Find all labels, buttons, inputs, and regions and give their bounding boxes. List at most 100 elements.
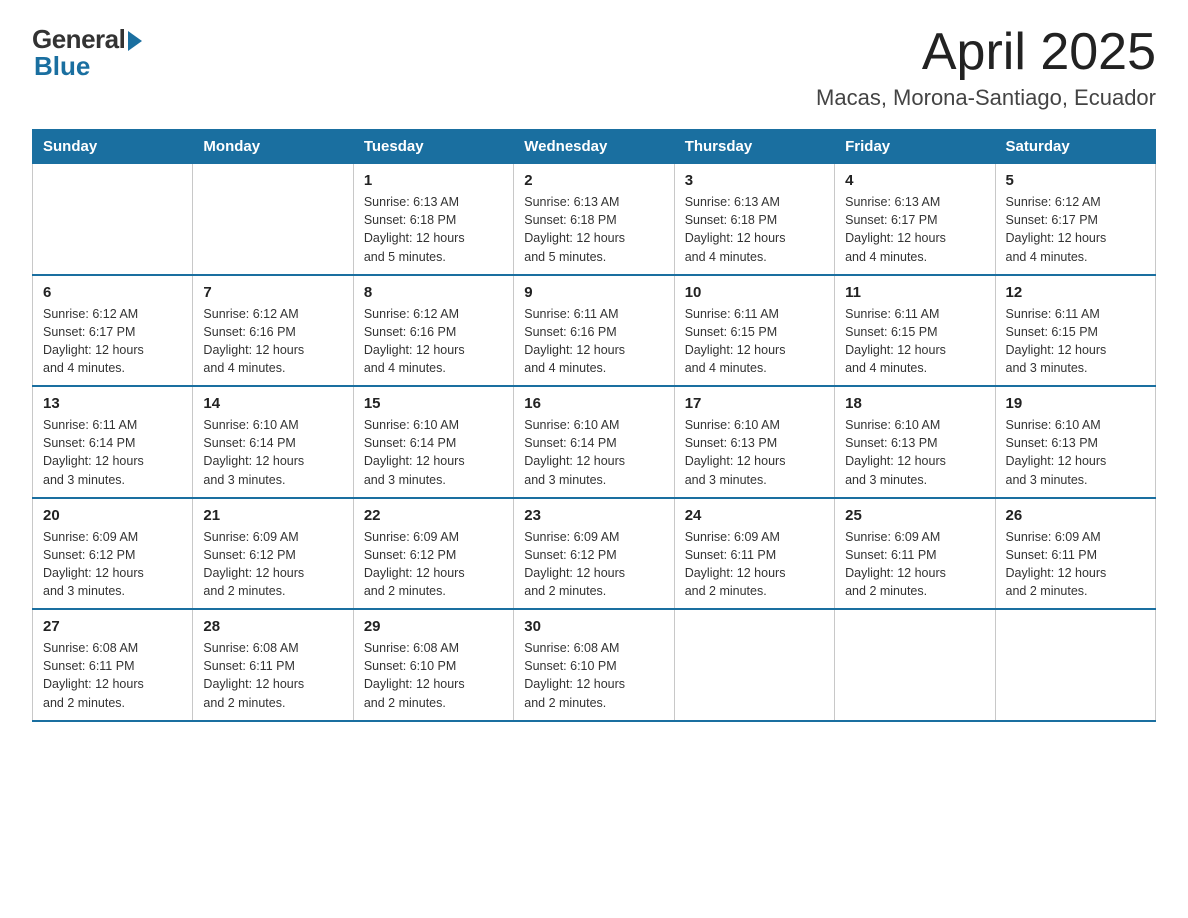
calendar-day-cell: 22 Sunrise: 6:09 AMSunset: 6:12 PMDayligh…: [353, 498, 513, 610]
day-number: 23: [524, 507, 663, 524]
day-info: Sunrise: 6:10 AMSunset: 6:14 PMDaylight:…: [203, 416, 342, 489]
day-info: Sunrise: 6:08 AMSunset: 6:11 PMDaylight:…: [203, 639, 342, 712]
day-number: 11: [845, 284, 984, 301]
calendar-day-cell: [33, 164, 193, 275]
calendar-day-header: Sunday: [33, 130, 193, 164]
calendar-day-cell: 8 Sunrise: 6:12 AMSunset: 6:16 PMDaylight…: [353, 275, 513, 387]
day-info: Sunrise: 6:09 AMSunset: 6:11 PMDaylight:…: [685, 528, 824, 601]
day-number: 19: [1006, 395, 1145, 412]
day-number: 14: [203, 395, 342, 412]
calendar-day-cell: 3 Sunrise: 6:13 AMSunset: 6:18 PMDaylight…: [674, 164, 834, 275]
calendar-day-header: Tuesday: [353, 130, 513, 164]
calendar-day-cell: 25Sunrise: 6:09 AMSunset: 6:11 PMDayligh…: [835, 498, 995, 610]
day-number: 9: [524, 284, 663, 301]
day-info: Sunrise: 6:10 AMSunset: 6:14 PMDaylight:…: [524, 416, 663, 489]
calendar-day-cell: 4Sunrise: 6:13 AMSunset: 6:17 PMDaylight…: [835, 164, 995, 275]
day-info: Sunrise: 6:10 AMSunset: 6:13 PMDaylight:…: [685, 416, 824, 489]
day-info: Sunrise: 6:09 AMSunset: 6:11 PMDaylight:…: [1006, 528, 1145, 601]
day-info: Sunrise: 6:08 AMSunset: 6:10 PMDaylight:…: [524, 639, 663, 712]
day-number: 22: [364, 507, 503, 524]
day-number: 1: [364, 172, 503, 189]
day-number: 29: [364, 618, 503, 635]
day-info: Sunrise: 6:11 AMSunset: 6:15 PMDaylight:…: [1006, 305, 1145, 378]
day-number: 7: [203, 284, 342, 301]
day-info: Sunrise: 6:11 AMSunset: 6:15 PMDaylight:…: [845, 305, 984, 378]
calendar-day-cell: 21 Sunrise: 6:09 AMSunset: 6:12 PMDayligh…: [193, 498, 353, 610]
day-info: Sunrise: 6:09 AMSunset: 6:12 PMDaylight:…: [43, 528, 182, 601]
calendar-day-cell: 17 Sunrise: 6:10 AMSunset: 6:13 PMDayligh…: [674, 386, 834, 498]
day-number: 2: [524, 172, 663, 189]
day-info: Sunrise: 6:10 AMSunset: 6:14 PMDaylight:…: [364, 416, 503, 489]
calendar-week-row: 6 Sunrise: 6:12 AMSunset: 6:17 PMDaylight…: [33, 275, 1156, 387]
day-number: 12: [1006, 284, 1145, 301]
day-info: Sunrise: 6:11 AMSunset: 6:14 PMDaylight:…: [43, 416, 182, 489]
calendar-table: SundayMondayTuesdayWednesdayThursdayFrid…: [32, 129, 1156, 722]
day-info: Sunrise: 6:12 AMSunset: 6:16 PMDaylight:…: [364, 305, 503, 378]
calendar-day-cell: 14 Sunrise: 6:10 AMSunset: 6:14 PMDayligh…: [193, 386, 353, 498]
calendar-day-cell: [995, 609, 1155, 721]
calendar-header-row: SundayMondayTuesdayWednesdayThursdayFrid…: [33, 130, 1156, 164]
logo-blue-text: Blue: [32, 51, 90, 82]
day-number: 16: [524, 395, 663, 412]
day-number: 13: [43, 395, 182, 412]
logo: General Blue: [32, 24, 142, 82]
day-info: Sunrise: 6:12 AMSunset: 6:17 PMDaylight:…: [1006, 193, 1145, 266]
calendar-day-cell: 9 Sunrise: 6:11 AMSunset: 6:16 PMDaylight…: [514, 275, 674, 387]
day-info: Sunrise: 6:13 AMSunset: 6:18 PMDaylight:…: [364, 193, 503, 266]
calendar-day-header: Monday: [193, 130, 353, 164]
calendar-day-cell: 19 Sunrise: 6:10 AMSunset: 6:13 PMDayligh…: [995, 386, 1155, 498]
calendar-day-cell: 27 Sunrise: 6:08 AMSunset: 6:11 PMDayligh…: [33, 609, 193, 721]
calendar-day-cell: 20 Sunrise: 6:09 AMSunset: 6:12 PMDayligh…: [33, 498, 193, 610]
calendar-week-row: 20 Sunrise: 6:09 AMSunset: 6:12 PMDayligh…: [33, 498, 1156, 610]
day-info: Sunrise: 6:10 AMSunset: 6:13 PMDaylight:…: [845, 416, 984, 489]
calendar-week-row: 27 Sunrise: 6:08 AMSunset: 6:11 PMDayligh…: [33, 609, 1156, 721]
day-number: 15: [364, 395, 503, 412]
day-info: Sunrise: 6:09 AMSunset: 6:12 PMDaylight:…: [364, 528, 503, 601]
day-number: 3: [685, 172, 824, 189]
day-number: 8: [364, 284, 503, 301]
calendar-day-cell: 15 Sunrise: 6:10 AMSunset: 6:14 PMDayligh…: [353, 386, 513, 498]
calendar-day-header: Saturday: [995, 130, 1155, 164]
day-number: 26: [1006, 507, 1145, 524]
calendar-day-header: Friday: [835, 130, 995, 164]
day-number: 28: [203, 618, 342, 635]
day-info: Sunrise: 6:09 AMSunset: 6:11 PMDaylight:…: [845, 528, 984, 601]
day-number: 30: [524, 618, 663, 635]
page-title: April 2025: [816, 24, 1156, 81]
day-number: 24: [685, 507, 824, 524]
day-info: Sunrise: 6:09 AMSunset: 6:12 PMDaylight:…: [203, 528, 342, 601]
calendar-day-header: Wednesday: [514, 130, 674, 164]
day-info: Sunrise: 6:13 AMSunset: 6:17 PMDaylight:…: [845, 193, 984, 266]
calendar-day-cell: [193, 164, 353, 275]
calendar-day-cell: 2 Sunrise: 6:13 AMSunset: 6:18 PMDaylight…: [514, 164, 674, 275]
calendar-day-cell: 16 Sunrise: 6:10 AMSunset: 6:14 PMDayligh…: [514, 386, 674, 498]
day-number: 5: [1006, 172, 1145, 189]
calendar-day-cell: 18 Sunrise: 6:10 AMSunset: 6:13 PMDayligh…: [835, 386, 995, 498]
day-number: 10: [685, 284, 824, 301]
calendar-day-cell: [674, 609, 834, 721]
calendar-week-row: 13 Sunrise: 6:11 AMSunset: 6:14 PMDayligh…: [33, 386, 1156, 498]
day-number: 18: [845, 395, 984, 412]
day-number: 17: [685, 395, 824, 412]
day-number: 20: [43, 507, 182, 524]
day-info: Sunrise: 6:13 AMSunset: 6:18 PMDaylight:…: [685, 193, 824, 266]
day-info: Sunrise: 6:12 AMSunset: 6:17 PMDaylight:…: [43, 305, 182, 378]
day-number: 27: [43, 618, 182, 635]
calendar-day-header: Thursday: [674, 130, 834, 164]
day-number: 21: [203, 507, 342, 524]
calendar-day-cell: 24 Sunrise: 6:09 AMSunset: 6:11 PMDayligh…: [674, 498, 834, 610]
day-info: Sunrise: 6:11 AMSunset: 6:16 PMDaylight:…: [524, 305, 663, 378]
calendar-day-cell: 29Sunrise: 6:08 AMSunset: 6:10 PMDayligh…: [353, 609, 513, 721]
day-info: Sunrise: 6:13 AMSunset: 6:18 PMDaylight:…: [524, 193, 663, 266]
day-number: 6: [43, 284, 182, 301]
day-info: Sunrise: 6:11 AMSunset: 6:15 PMDaylight:…: [685, 305, 824, 378]
day-info: Sunrise: 6:10 AMSunset: 6:13 PMDaylight:…: [1006, 416, 1145, 489]
day-info: Sunrise: 6:09 AMSunset: 6:12 PMDaylight:…: [524, 528, 663, 601]
calendar-day-cell: 13 Sunrise: 6:11 AMSunset: 6:14 PMDayligh…: [33, 386, 193, 498]
calendar-day-cell: 12 Sunrise: 6:11 AMSunset: 6:15 PMDayligh…: [995, 275, 1155, 387]
calendar-week-row: 1 Sunrise: 6:13 AMSunset: 6:18 PMDaylight…: [33, 164, 1156, 275]
page-header: General Blue April 2025 Macas, Morona-Sa…: [32, 24, 1156, 111]
day-info: Sunrise: 6:08 AMSunset: 6:11 PMDaylight:…: [43, 639, 182, 712]
calendar-day-cell: 1 Sunrise: 6:13 AMSunset: 6:18 PMDaylight…: [353, 164, 513, 275]
calendar-day-cell: 30 Sunrise: 6:08 AMSunset: 6:10 PMDayligh…: [514, 609, 674, 721]
